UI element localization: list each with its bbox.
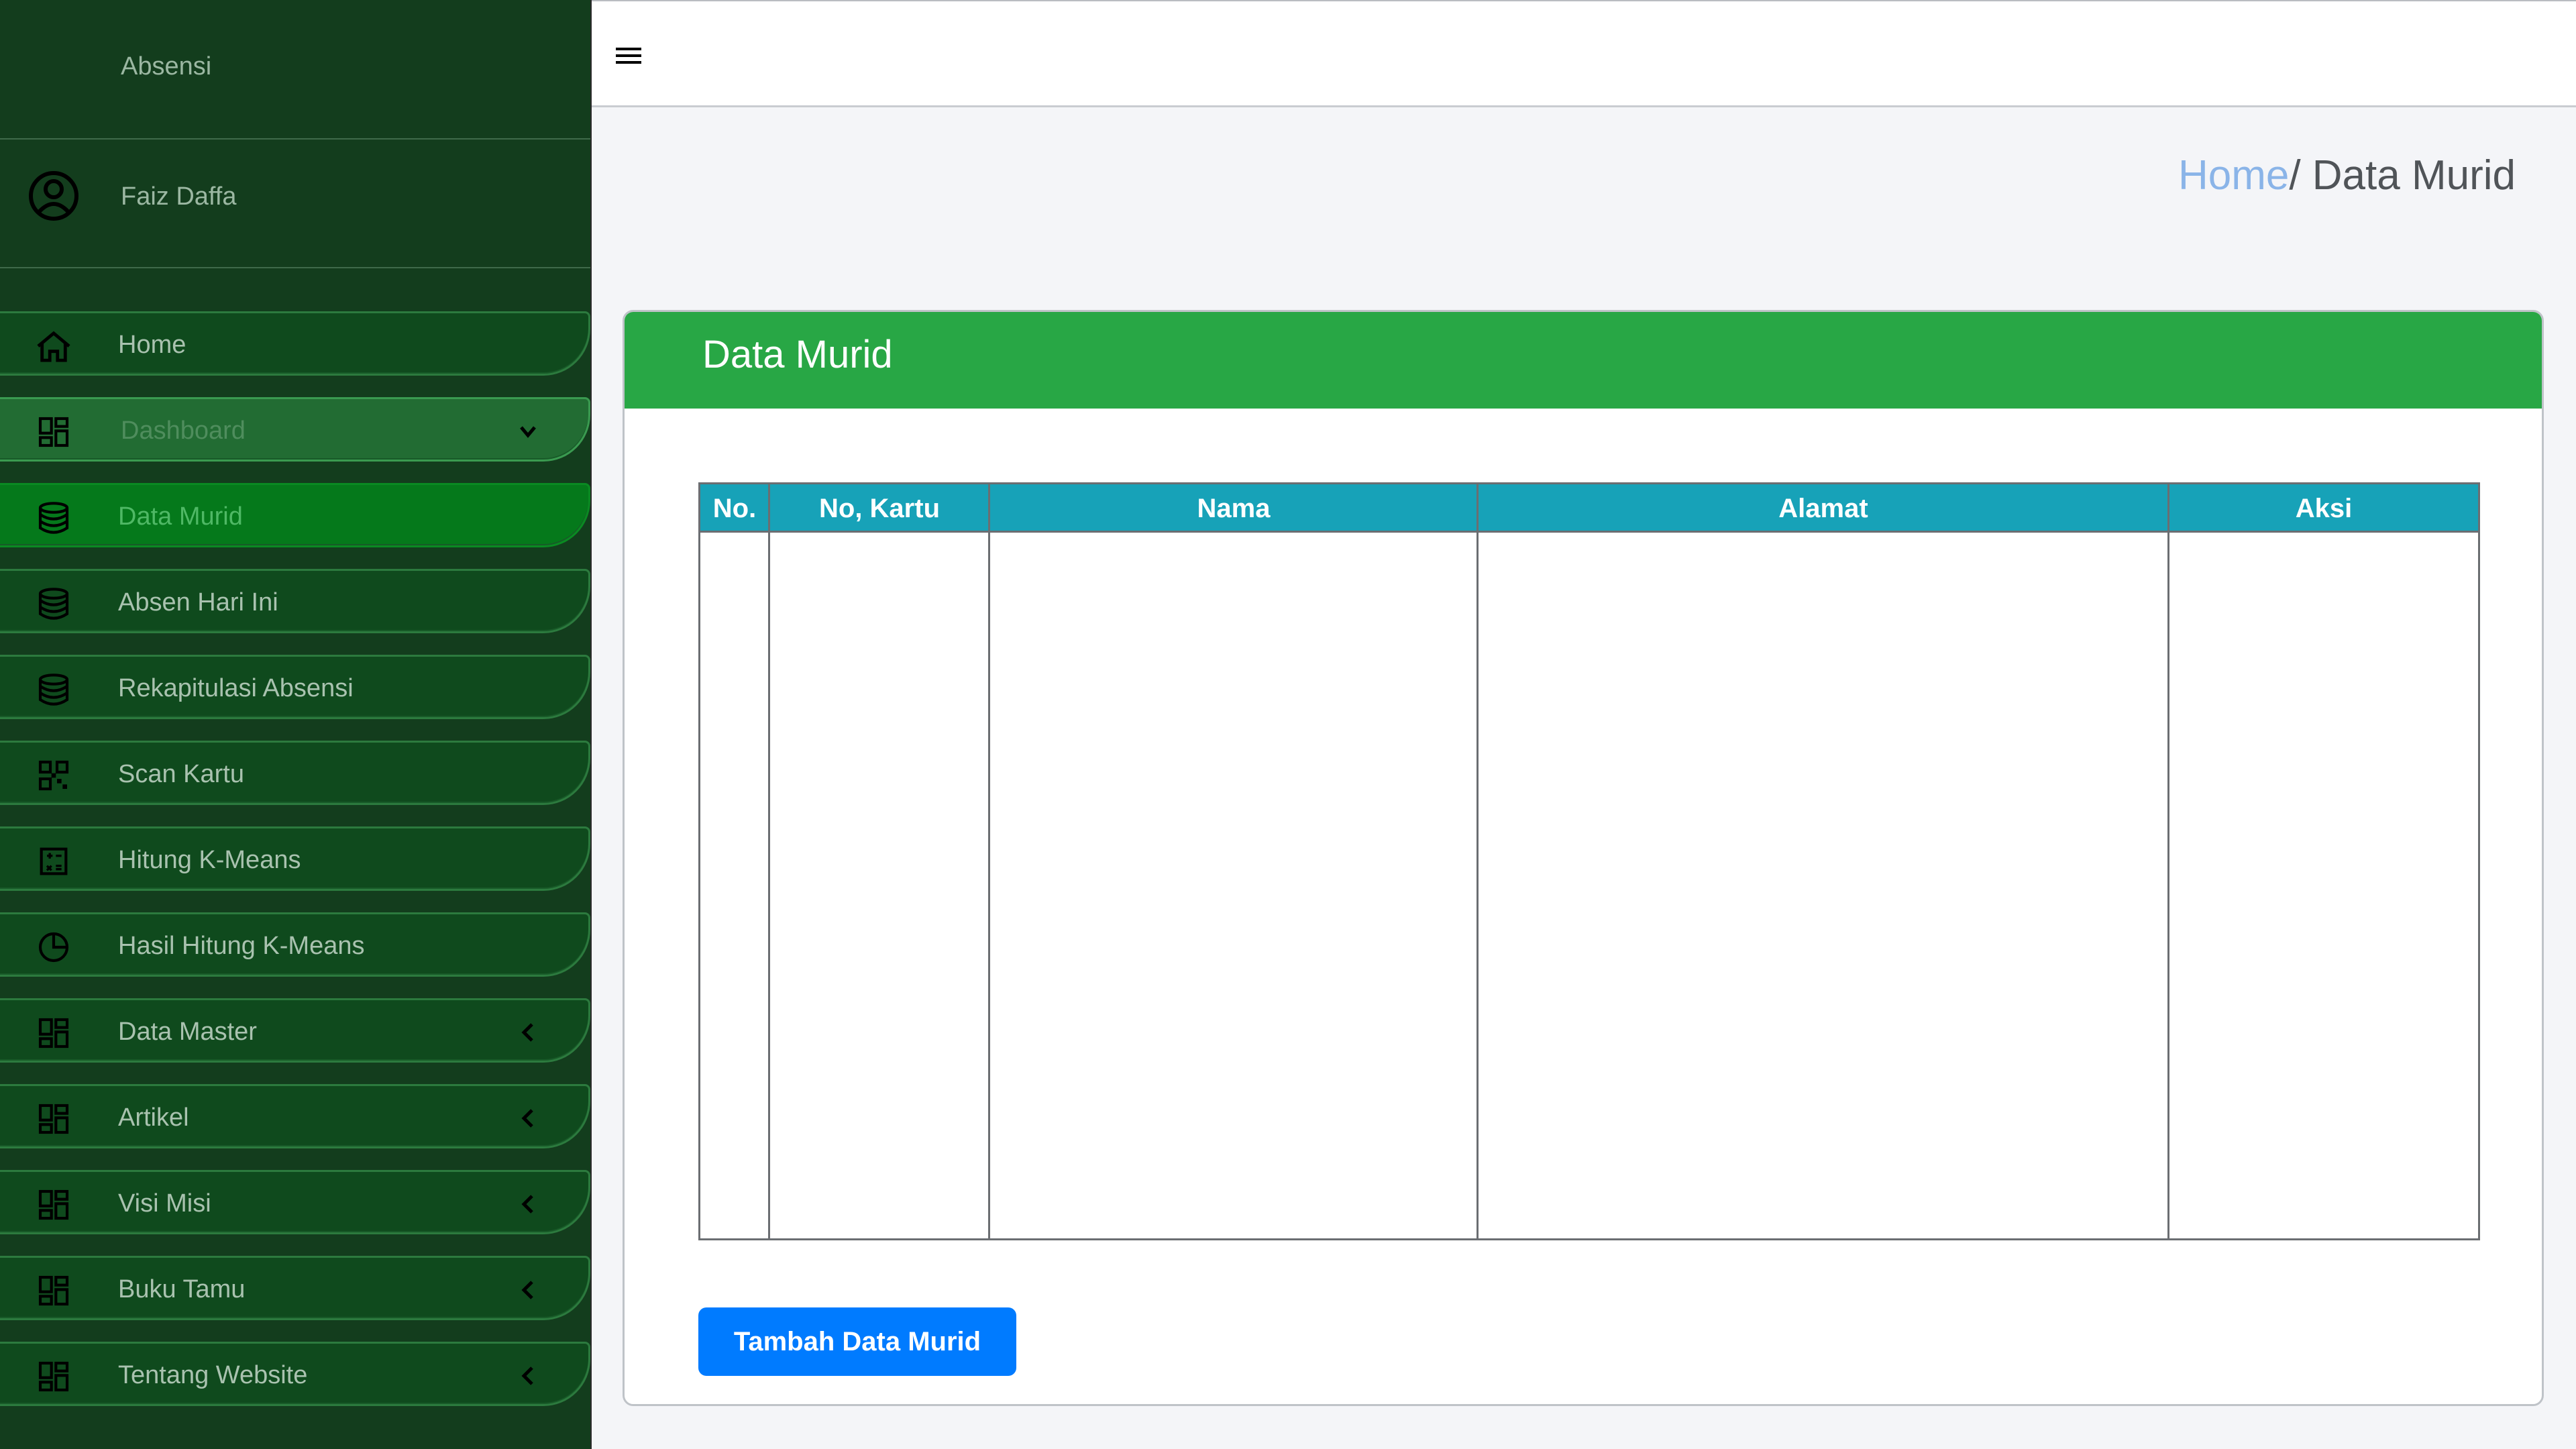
sidebar-item-buku-tamu[interactable]: Buku Tamu — [0, 1256, 590, 1320]
table-header: No. No, Kartu Nama Alamat Aksi — [700, 484, 2478, 533]
sidebar-item-label: Rekapitulasi Absensi — [118, 674, 354, 702]
column-header-alamat: Alamat — [1778, 493, 1868, 523]
column-divider — [988, 484, 990, 1238]
breadcrumb-home-link[interactable]: Home — [2178, 152, 2289, 199]
sidebar-item-label: Artikel — [118, 1104, 189, 1132]
sidebar-item-label: Hitung K-Means — [118, 846, 301, 874]
column-header-no: No. — [712, 493, 757, 523]
tambah-data-murid-button[interactable]: Tambah Data Murid — [698, 1307, 1016, 1376]
breadcrumb-current: / Data Murid — [2289, 152, 2516, 199]
sidebar-item-label: Tentang Website — [118, 1361, 308, 1389]
card-header: Data Murid — [625, 312, 2542, 409]
user-name: Faiz Daffa — [121, 182, 237, 211]
column-divider — [768, 484, 770, 1238]
topbar — [592, 0, 2576, 107]
sidebar-item-dashboard[interactable]: Dashboard — [0, 397, 590, 462]
sidebar-item-label: Absen Hari Ini — [118, 588, 278, 616]
column-divider — [1477, 484, 1479, 1238]
sidebar-item-visi-misi[interactable]: Visi Misi — [0, 1170, 590, 1234]
sidebar-item-artikel[interactable]: Artikel — [0, 1084, 590, 1148]
user-panel[interactable]: Faiz Daffa — [0, 140, 590, 268]
grid-icon — [38, 1275, 69, 1306]
sidebar-item-label: Scan Kartu — [118, 760, 244, 788]
data-murid-card: Data Murid No. No, Kartu Nama Alamat Aks… — [623, 310, 2544, 1406]
sidebar-item-data-master[interactable]: Data Master — [0, 998, 590, 1063]
card-title: Data Murid — [702, 333, 893, 376]
sidebar-item-hasil-hitung-k-means[interactable]: Hasil Hitung K-Means — [0, 912, 590, 977]
column-header-nama: Nama — [1197, 493, 1271, 523]
chevron-left-icon — [521, 1366, 533, 1385]
grid-icon — [38, 1189, 69, 1220]
grid-icon — [38, 417, 69, 447]
sidebar-item-label: Data Murid — [118, 502, 243, 531]
sidebar-item-absen-hari-ini[interactable]: Absen Hari Ini — [0, 569, 590, 633]
sidebar-item-scan-kartu[interactable]: Scan Kartu — [0, 741, 590, 805]
user-circle-icon — [29, 171, 78, 221]
grid-icon — [38, 1018, 69, 1049]
sidebar-item-data-murid[interactable]: Data Murid — [0, 483, 590, 547]
sidebar-item-label: Dashboard — [121, 417, 246, 445]
grid-icon — [38, 1104, 69, 1134]
database-icon — [38, 674, 69, 706]
chevron-down-icon — [520, 426, 536, 438]
sidebar-item-home[interactable]: Home — [0, 311, 590, 376]
column-header-aksi: Aksi — [2295, 493, 2353, 523]
calculator-icon — [40, 847, 68, 875]
database-icon — [38, 588, 69, 620]
sidebar-item-rekapitulasi-absensi[interactable]: Rekapitulasi Absensi — [0, 655, 590, 719]
grid-icon — [38, 1361, 69, 1392]
column-header-no-kartu: No, Kartu — [819, 493, 940, 523]
sidebar: Absensi Faiz Daffa Home Dashboard Data M… — [0, 0, 592, 1449]
column-divider — [2167, 484, 2169, 1238]
sidebar-item-label: Home — [118, 331, 186, 359]
brand: Absensi — [0, 0, 590, 140]
data-table: No. No, Kartu Nama Alamat Aksi — [698, 482, 2480, 1240]
sidebar-item-label: Visi Misi — [118, 1189, 211, 1218]
sidebar-item-label: Hasil Hitung K-Means — [118, 932, 365, 960]
chevron-left-icon — [521, 1109, 533, 1128]
sidebar-item-label: Data Master — [118, 1018, 257, 1046]
sidebar-item-hitung-k-means[interactable]: Hitung K-Means — [0, 826, 590, 891]
breadcrumb: Home/ Data Murid — [2178, 152, 2516, 199]
sidebar-item-tentang-website[interactable]: Tentang Website — [0, 1342, 590, 1406]
chevron-left-icon — [521, 1281, 533, 1299]
hamburger-menu-icon[interactable] — [616, 46, 641, 66]
chevron-left-icon — [521, 1195, 533, 1214]
database-icon — [38, 502, 69, 534]
pie-chart-icon — [38, 932, 69, 963]
brand-text: Absensi — [121, 52, 212, 80]
home-icon — [37, 331, 70, 362]
qr-code-icon — [38, 760, 69, 791]
sidebar-item-label: Buku Tamu — [118, 1275, 246, 1303]
chevron-left-icon — [521, 1023, 533, 1042]
